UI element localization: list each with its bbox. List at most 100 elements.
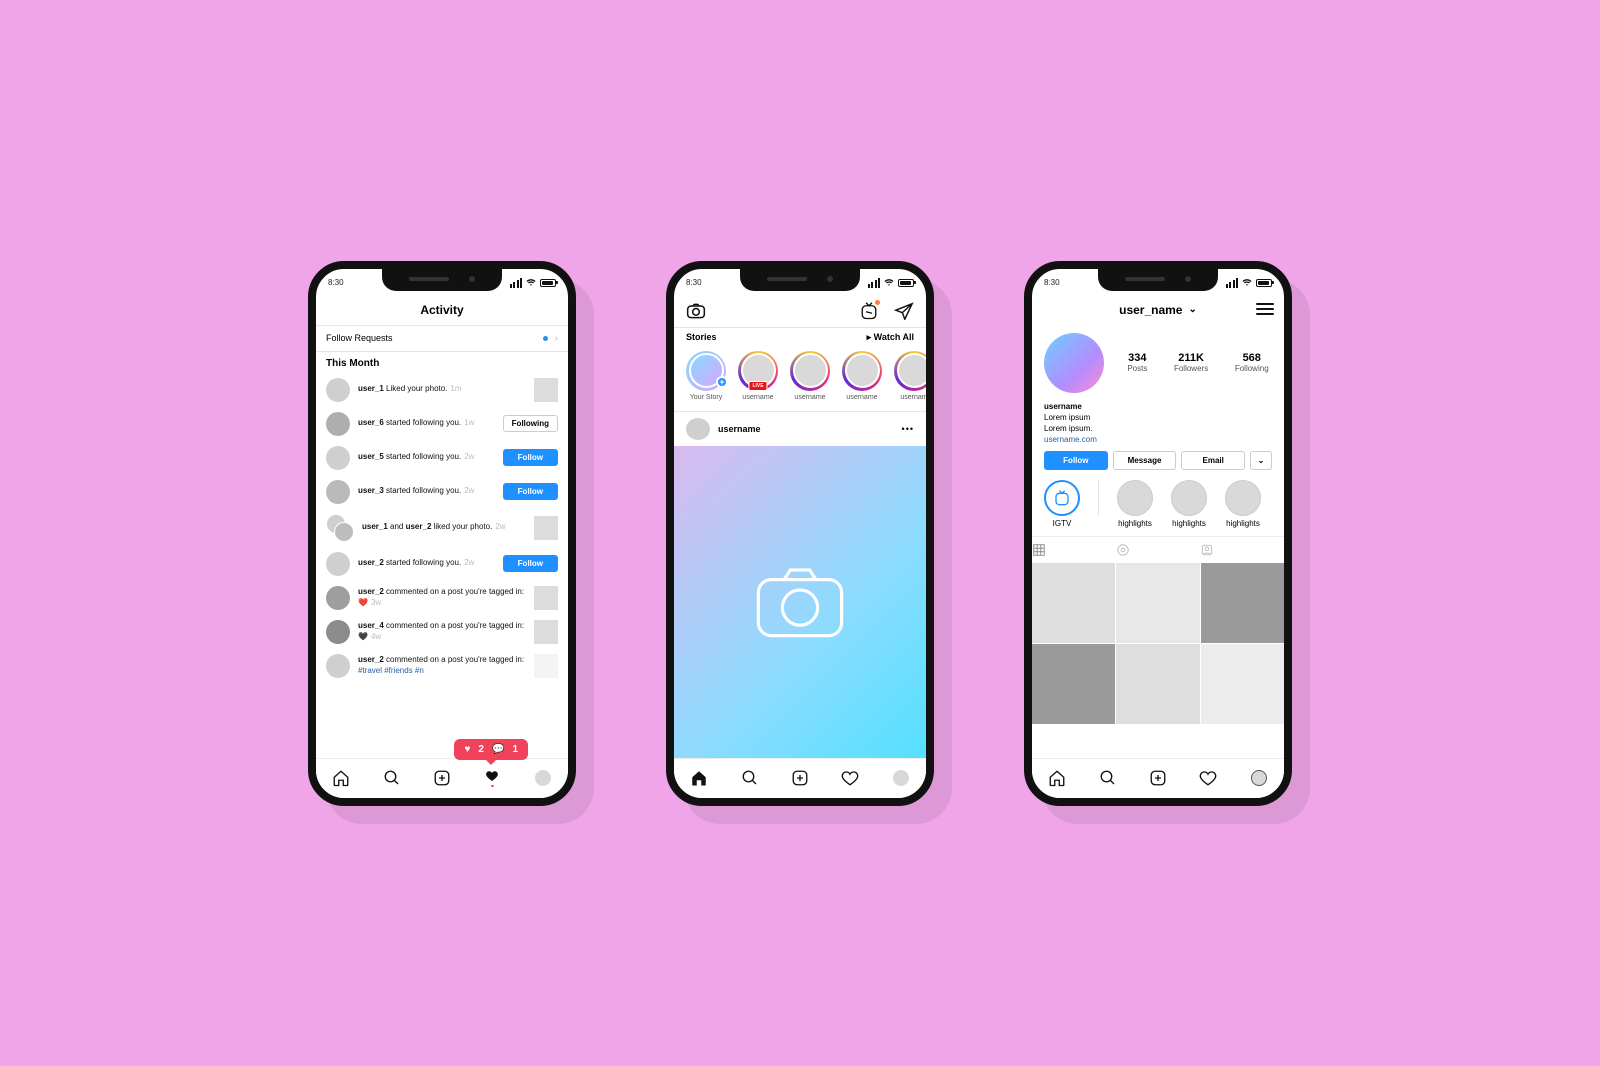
activity-row[interactable]: user_5 started following you.2w Follow bbox=[316, 441, 568, 475]
photo-thumb[interactable] bbox=[534, 378, 558, 402]
follow-button[interactable]: Follow bbox=[503, 483, 558, 500]
activity-action: liked your photo. bbox=[434, 522, 493, 531]
follow-requests-dot bbox=[543, 336, 548, 341]
highlight-item[interactable]: highlights bbox=[1171, 480, 1207, 528]
grid-cell[interactable] bbox=[1032, 644, 1115, 724]
search-icon[interactable] bbox=[741, 769, 759, 787]
grid-cell[interactable] bbox=[1116, 563, 1199, 643]
avatar-pair[interactable] bbox=[326, 514, 354, 542]
activity-row[interactable]: user_2 commented on a post you're tagged… bbox=[316, 649, 568, 683]
highlights-row: IGTV highlights highlights highlights bbox=[1032, 480, 1284, 536]
photo-thumb[interactable] bbox=[534, 620, 558, 644]
photo-thumb[interactable] bbox=[534, 586, 558, 610]
camera-icon[interactable] bbox=[686, 302, 706, 320]
avatar[interactable] bbox=[326, 552, 350, 576]
stat-followers[interactable]: 211KFollowers bbox=[1174, 352, 1208, 373]
your-story[interactable]: + Your Story bbox=[686, 351, 726, 401]
search-icon[interactable] bbox=[383, 769, 401, 787]
activity-icon[interactable] bbox=[841, 769, 859, 787]
profile-tabs bbox=[1032, 536, 1284, 563]
activity-row[interactable]: user_1 Liked your photo.1m bbox=[316, 373, 568, 407]
activity-user: user_2 bbox=[358, 587, 384, 596]
follow-button[interactable]: Follow bbox=[1044, 451, 1108, 470]
follow-button[interactable]: Follow bbox=[503, 449, 558, 466]
noti-likes-count: 2 bbox=[478, 744, 484, 755]
story-item[interactable]: LIVE username bbox=[738, 351, 778, 401]
post-header[interactable]: username ••• bbox=[674, 412, 926, 446]
follow-requests-row[interactable]: Follow Requests › bbox=[316, 326, 568, 351]
story-item[interactable]: username bbox=[842, 351, 882, 401]
avatar[interactable] bbox=[326, 412, 350, 436]
chevron-down-icon[interactable]: ⌄ bbox=[1188, 304, 1196, 315]
profile-icon[interactable] bbox=[892, 769, 910, 787]
activity-row[interactable]: user_6 started following you.1w Followin… bbox=[316, 407, 568, 441]
grid-cell[interactable] bbox=[1201, 644, 1284, 724]
more-options-icon[interactable]: ••• bbox=[902, 424, 914, 434]
add-post-icon[interactable] bbox=[1149, 769, 1167, 787]
follow-button[interactable]: Follow bbox=[503, 555, 558, 572]
avatar[interactable] bbox=[326, 654, 350, 678]
watch-all-button[interactable]: ▸ Watch All bbox=[867, 332, 914, 343]
grid-cell[interactable] bbox=[1201, 563, 1284, 643]
avatar[interactable] bbox=[326, 480, 350, 504]
status-time: 8:30 bbox=[1044, 278, 1060, 287]
direct-message-icon[interactable] bbox=[894, 302, 914, 320]
highlight-label: IGTV bbox=[1053, 519, 1072, 528]
bio-link[interactable]: username.com bbox=[1044, 435, 1097, 444]
profile-picture[interactable] bbox=[1044, 333, 1104, 393]
following-button[interactable]: Following bbox=[503, 415, 558, 432]
home-icon[interactable] bbox=[332, 769, 350, 787]
add-post-icon[interactable] bbox=[433, 769, 451, 787]
story-item[interactable]: usernam bbox=[894, 351, 926, 401]
grid-cell[interactable] bbox=[1032, 563, 1115, 643]
notification-bubble[interactable]: ♥2 💬1 bbox=[454, 739, 528, 760]
activity-icon[interactable] bbox=[483, 769, 501, 787]
activity-hashtags[interactable]: #travel #friends #n bbox=[358, 666, 424, 675]
highlight-item[interactable]: highlights bbox=[1225, 480, 1261, 528]
add-post-icon[interactable] bbox=[791, 769, 809, 787]
bottom-nav bbox=[1032, 758, 1284, 798]
photo-thumb[interactable] bbox=[534, 516, 558, 540]
avatar[interactable] bbox=[326, 378, 350, 402]
grid-tab[interactable] bbox=[1032, 537, 1116, 563]
post-image[interactable] bbox=[674, 446, 926, 758]
stat-following[interactable]: 568Following bbox=[1235, 352, 1269, 373]
profile-icon[interactable] bbox=[534, 769, 552, 787]
tagged-tab[interactable] bbox=[1200, 537, 1284, 563]
photo-thumb[interactable] bbox=[534, 654, 558, 678]
battery-icon bbox=[898, 279, 914, 287]
home-icon[interactable] bbox=[690, 769, 708, 787]
activity-row[interactable]: user_4 commented on a post you're tagged… bbox=[316, 615, 568, 649]
stories-row[interactable]: + Your Story LIVE username username user… bbox=[674, 347, 926, 411]
activity-user: user_2 bbox=[406, 522, 432, 531]
activity-user: user_5 bbox=[358, 452, 384, 461]
activity-row[interactable]: user_2 commented on a post you're tagged… bbox=[316, 581, 568, 615]
avatar[interactable] bbox=[326, 586, 350, 610]
message-button[interactable]: Message bbox=[1113, 451, 1177, 470]
activity-row[interactable]: user_2 started following you.2w Follow bbox=[316, 547, 568, 581]
highlight-igtv[interactable]: IGTV bbox=[1044, 480, 1080, 528]
feed-tab[interactable] bbox=[1116, 537, 1200, 563]
add-story-icon[interactable]: + bbox=[716, 376, 728, 388]
noti-comments-count: 1 bbox=[512, 744, 518, 755]
home-icon[interactable] bbox=[1048, 769, 1066, 787]
avatar[interactable] bbox=[326, 446, 350, 470]
avatar[interactable] bbox=[686, 418, 710, 440]
search-icon[interactable] bbox=[1099, 769, 1117, 787]
story-item[interactable]: username bbox=[790, 351, 830, 401]
email-button[interactable]: Email bbox=[1181, 451, 1245, 470]
suggested-users-button[interactable]: ⌄ bbox=[1250, 451, 1272, 470]
profile-handle[interactable]: user_name bbox=[1119, 303, 1182, 317]
grid-cell[interactable] bbox=[1116, 644, 1199, 724]
menu-icon[interactable] bbox=[1256, 303, 1274, 315]
igtv-icon[interactable] bbox=[860, 301, 878, 321]
activity-row[interactable]: user_3 started following you.2w Follow bbox=[316, 475, 568, 509]
stat-posts[interactable]: 334Posts bbox=[1127, 352, 1147, 373]
post-username[interactable]: username bbox=[718, 424, 761, 434]
notch bbox=[1098, 267, 1218, 291]
avatar[interactable] bbox=[326, 620, 350, 644]
highlight-item[interactable]: highlights bbox=[1117, 480, 1153, 528]
activity-row[interactable]: user_1 and user_2 liked your photo.2w bbox=[316, 509, 568, 547]
activity-icon[interactable] bbox=[1199, 769, 1217, 787]
profile-icon[interactable] bbox=[1250, 769, 1268, 787]
